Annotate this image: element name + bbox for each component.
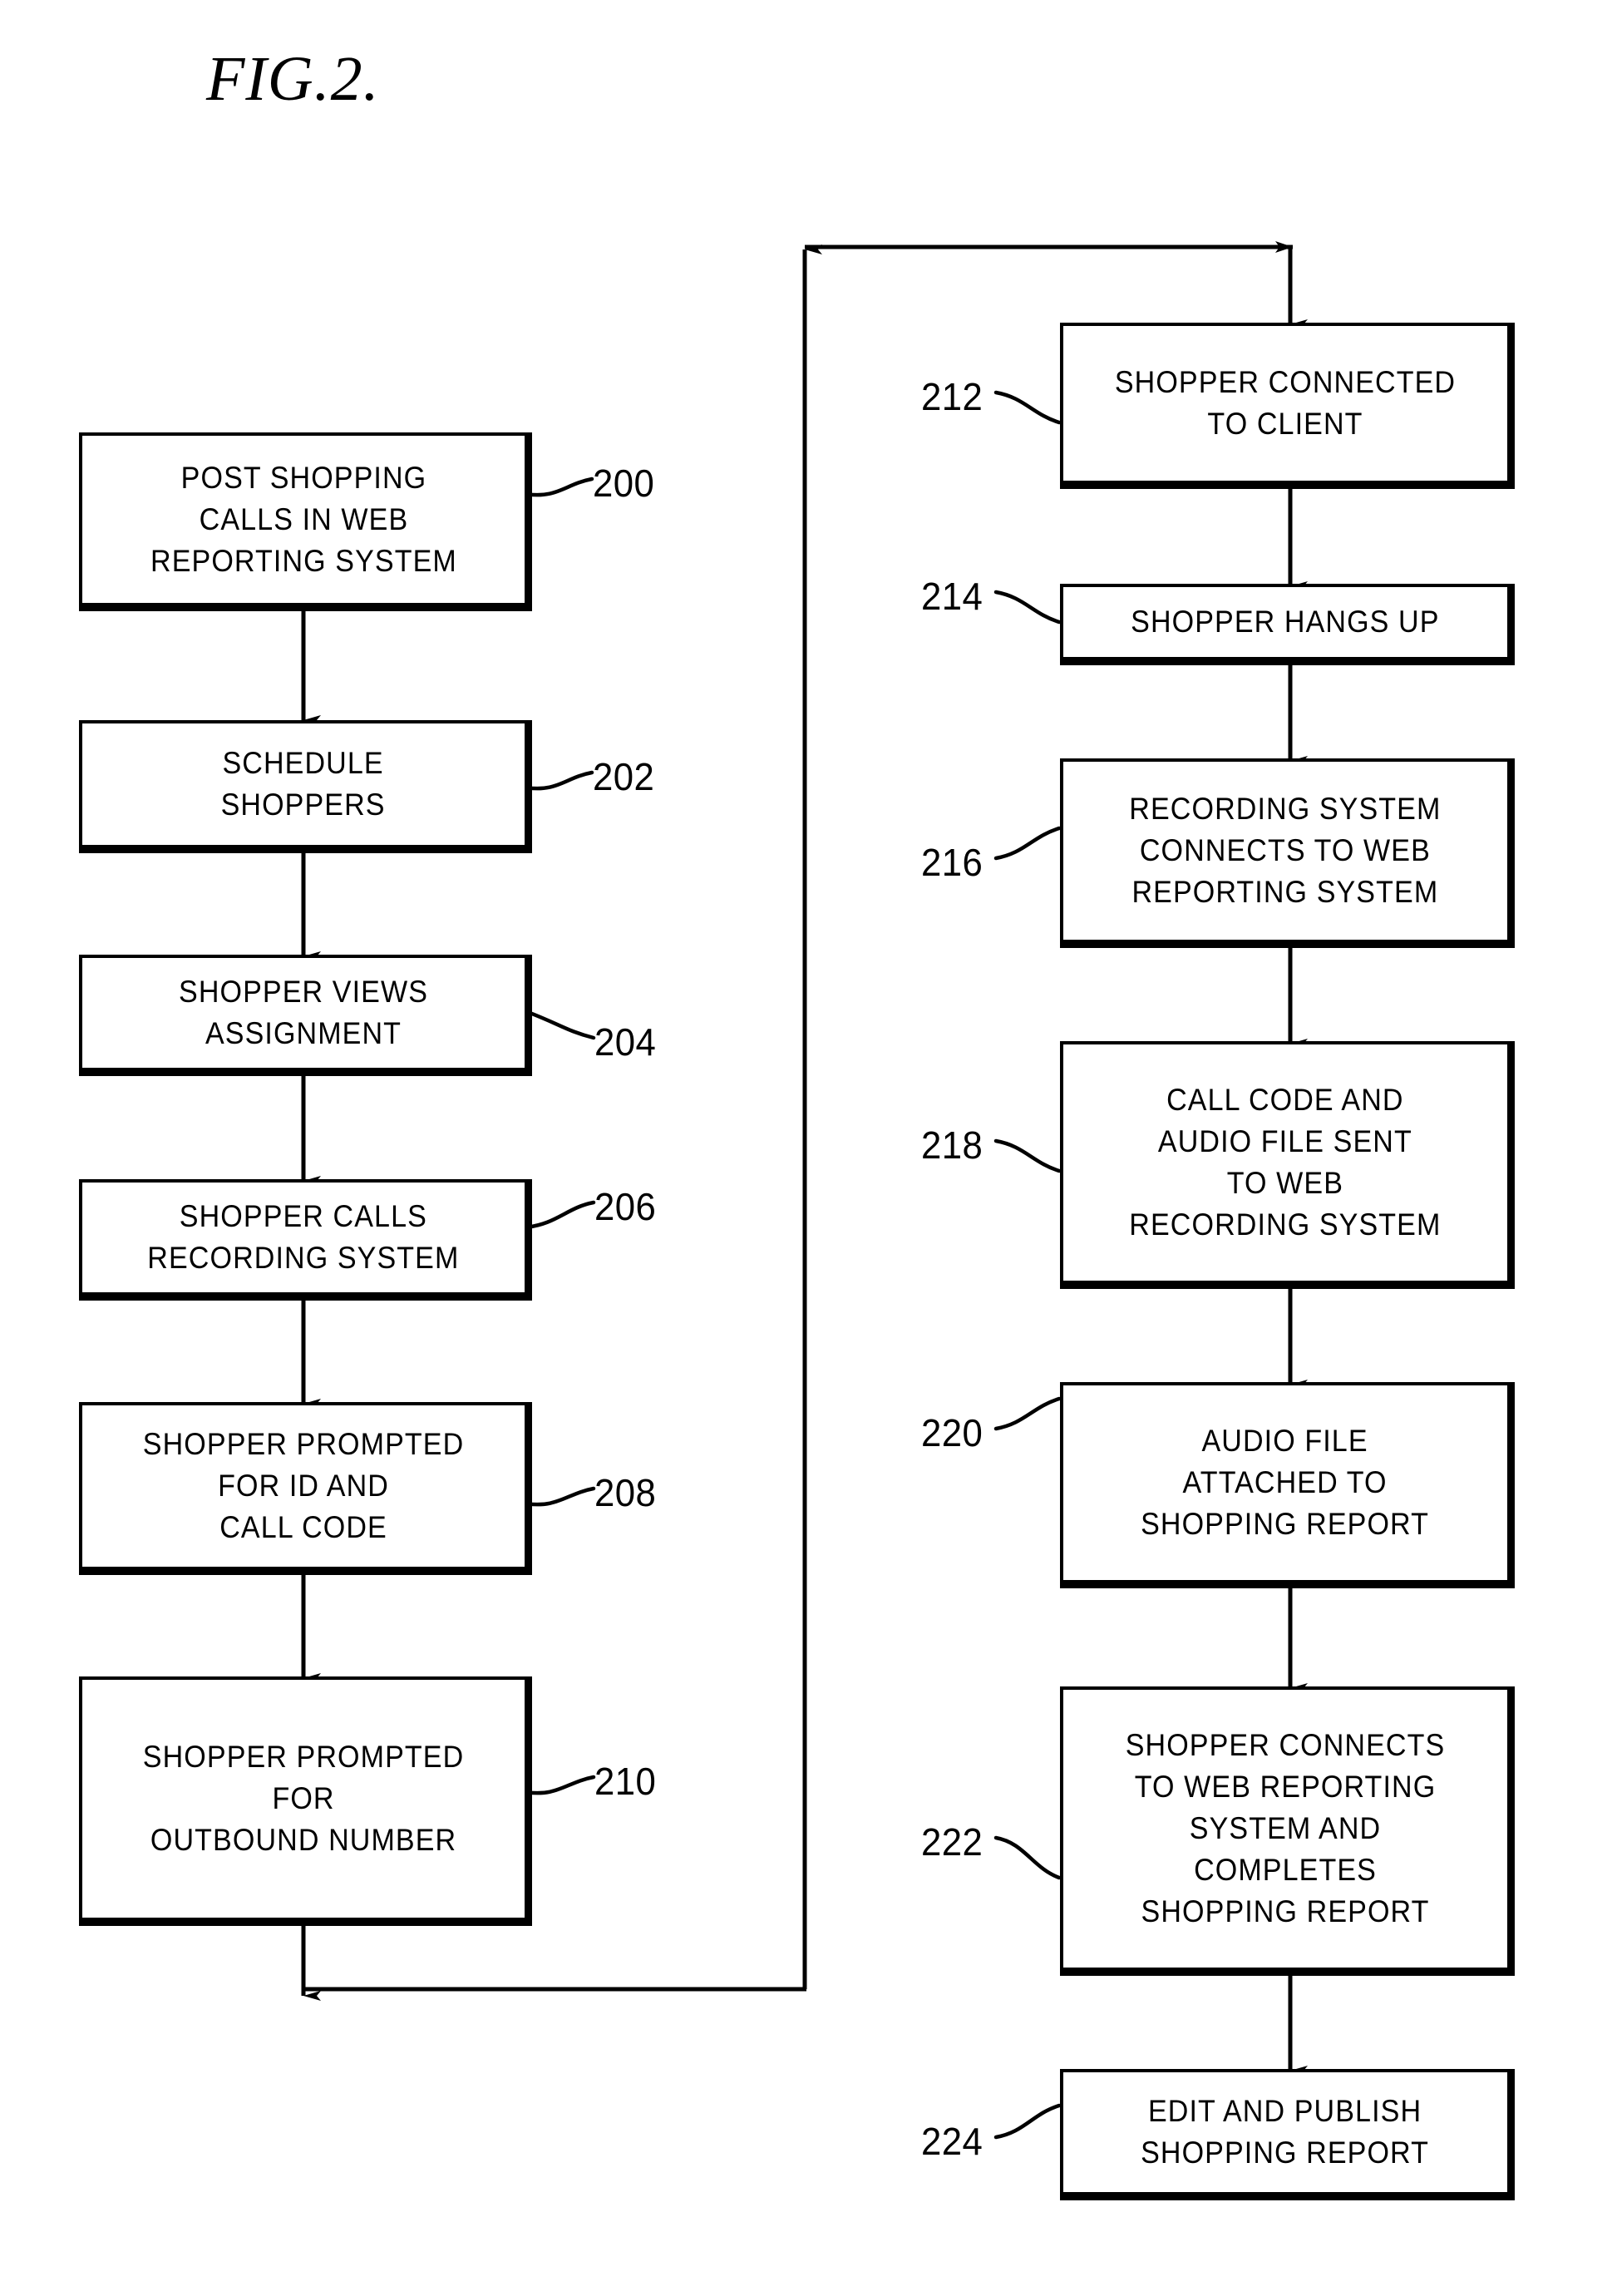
flow-box-220-label: AUDIO FILE ATTACHED TO SHOPPING REPORT <box>1141 1424 1430 1541</box>
flow-box-212[interactable]: SHOPPER CONNECTED TO CLIENT <box>1060 323 1515 489</box>
ref-numeral-224: 224 <box>921 2120 983 2163</box>
ref-numeral-216: 216 <box>921 841 983 884</box>
ref-numeral-214: 214 <box>921 575 983 618</box>
ref-numeral-212: 212 <box>921 375 983 418</box>
flow-box-218-label: CALL CODE AND AUDIO FILE SENT TO WEB REC… <box>1129 1083 1442 1242</box>
flow-box-210[interactable]: SHOPPER PROMPTED FOR OUTBOUND NUMBER <box>79 1676 532 1926</box>
flow-box-224-label: EDIT AND PUBLISH SHOPPING REPORT <box>1141 2094 1430 2170</box>
flow-box-210-label: SHOPPER PROMPTED FOR OUTBOUND NUMBER <box>142 1740 465 1857</box>
flow-box-206-label: SHOPPER CALLS RECORDING SYSTEM <box>147 1199 460 1275</box>
ref-numeral-222: 222 <box>921 1820 983 1864</box>
ref-numeral-206: 206 <box>594 1185 657 1228</box>
ref-numeral-218: 218 <box>921 1123 983 1167</box>
flow-box-218[interactable]: CALL CODE AND AUDIO FILE SENT TO WEB REC… <box>1060 1041 1515 1289</box>
ref-numeral-202: 202 <box>593 755 655 798</box>
flow-box-208[interactable]: SHOPPER PROMPTED FOR ID AND CALL CODE <box>79 1402 532 1575</box>
ref-numeral-208: 208 <box>594 1471 657 1514</box>
flow-box-204[interactable]: SHOPPER VIEWS ASSIGNMENT <box>79 955 532 1076</box>
flow-box-200-label: POST SHOPPING CALLS IN WEB REPORTING SYS… <box>150 460 457 578</box>
flow-box-220[interactable]: AUDIO FILE ATTACHED TO SHOPPING REPORT <box>1060 1382 1515 1588</box>
figure-title: FIG.2. <box>206 44 380 114</box>
flow-box-216[interactable]: RECORDING SYSTEM CONNECTS TO WEB REPORTI… <box>1060 758 1515 948</box>
ref-numeral-204: 204 <box>594 1020 657 1064</box>
ref-numeral-210: 210 <box>594 1760 657 1803</box>
flow-box-222-label: SHOPPER CONNECTS TO WEB REPORTING SYSTEM… <box>1125 1728 1446 1928</box>
flow-box-202-label: SCHEDULE SHOPPERS <box>220 746 387 822</box>
ref-numeral-200: 200 <box>593 462 655 505</box>
patent-figure-page: FIG.2. POST SHOPPING CALLS IN WEB REPORT… <box>0 0 1612 2296</box>
flow-box-212-label: SHOPPER CONNECTED TO CLIENT <box>1114 365 1457 441</box>
flow-box-222[interactable]: SHOPPER CONNECTS TO WEB REPORTING SYSTEM… <box>1060 1686 1515 1976</box>
flow-box-208-label: SHOPPER PROMPTED FOR ID AND CALL CODE <box>142 1427 465 1544</box>
flow-box-200[interactable]: POST SHOPPING CALLS IN WEB REPORTING SYS… <box>79 432 532 611</box>
flow-box-216-label: RECORDING SYSTEM CONNECTS TO WEB REPORTI… <box>1129 792 1442 909</box>
flow-box-214[interactable]: SHOPPER HANGS UP <box>1060 584 1515 665</box>
flow-box-204-label: SHOPPER VIEWS ASSIGNMENT <box>179 975 428 1050</box>
flow-box-202[interactable]: SCHEDULE SHOPPERS <box>79 720 532 853</box>
flow-box-206[interactable]: SHOPPER CALLS RECORDING SYSTEM <box>79 1179 532 1301</box>
ref-numeral-220: 220 <box>921 1411 983 1454</box>
flow-box-224[interactable]: EDIT AND PUBLISH SHOPPING REPORT <box>1060 2069 1515 2200</box>
flow-box-214-label: SHOPPER HANGS UP <box>1131 605 1440 639</box>
